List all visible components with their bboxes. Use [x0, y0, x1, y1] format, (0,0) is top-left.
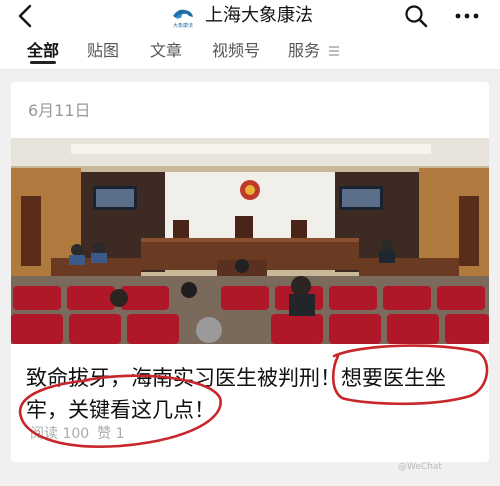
like-count: 赞 1 — [97, 426, 125, 442]
tab-channels[interactable]: 视频号 — [212, 32, 260, 70]
tab-bar: 全部 贴图 文章 视频号 服务 — [0, 32, 500, 70]
more-dots-icon[interactable] — [452, 2, 482, 30]
top-bar: 大象康法 上海大象康法 — [0, 0, 500, 32]
page-title: 上海大象康法 — [205, 5, 313, 26]
article-meta: 阅读 100 赞 1 — [30, 423, 133, 443]
menu-icon[interactable] — [328, 45, 340, 57]
tab-all[interactable]: 全部 — [27, 32, 59, 70]
watermark: @WeChat — [398, 462, 442, 472]
tab-services[interactable]: 服务 — [288, 32, 320, 70]
tab-articles[interactable]: 文章 — [150, 32, 182, 70]
account-logo: 大象康法 — [173, 9, 193, 29]
logo-text: 大象康法 — [173, 22, 193, 29]
search-icon[interactable] — [402, 2, 430, 30]
active-tab-indicator — [30, 61, 56, 64]
article-cover-image[interactable] — [11, 138, 489, 344]
tab-posts[interactable]: 贴图 — [87, 32, 119, 70]
article-headline[interactable]: 致命拔牙，海南实习医生被判刑！想要医生坐牢，关键看这几点！ — [26, 362, 476, 426]
chevron-left-icon[interactable] — [12, 2, 40, 30]
article-date: 6月11日 — [28, 101, 91, 120]
read-count: 阅读 100 — [30, 426, 90, 442]
